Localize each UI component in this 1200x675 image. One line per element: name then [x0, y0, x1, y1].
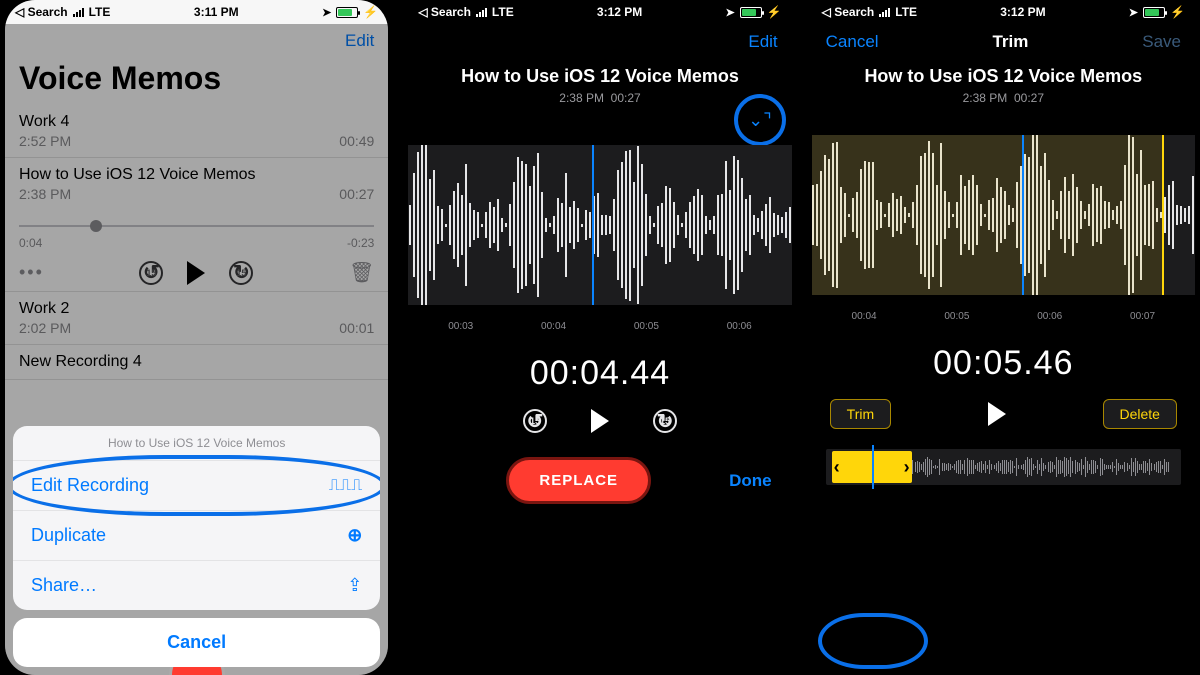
play-icon[interactable]: [988, 402, 1006, 426]
duplicate-icon: ⊕: [347, 525, 362, 546]
current-time: 00:04.44: [408, 354, 791, 393]
trash-icon[interactable]: 🗑: [349, 260, 374, 285]
sheet-context-title: How to Use iOS 12 Voice Memos: [13, 426, 380, 461]
battery-icon: [1143, 7, 1165, 18]
edit-button[interactable]: Edit: [345, 31, 374, 51]
memo-name: Work 2: [19, 300, 374, 318]
done-button[interactable]: Done: [729, 471, 772, 491]
charging-icon: ⚡: [363, 5, 378, 19]
memo-row[interactable]: Work 4 2:52 PM00:49: [5, 105, 388, 158]
duplicate-button[interactable]: Duplicate ⊕: [13, 511, 380, 561]
carrier-label: LTE: [492, 5, 514, 19]
skip-back-15-icon[interactable]: 15: [139, 261, 163, 285]
screenshot-1-list-with-actionsheet: ◁ Search LTE 3:11 PM ➤ ⚡ Edit Voice Memo…: [5, 0, 388, 675]
status-bar: ◁ Search LTE 3:11 PM ➤ ⚡: [5, 0, 388, 24]
cancel-button[interactable]: Cancel: [13, 618, 380, 667]
trim-screen: Cancel Trim Save How to Use iOS 12 Voice…: [812, 24, 1195, 675]
time-ruler: 00:0400:0500:0600:07: [812, 311, 1195, 322]
waveform-view[interactable]: [812, 135, 1195, 295]
cancel-button[interactable]: Cancel: [826, 32, 879, 52]
recording-meta: 2:38 PM 00:27: [408, 91, 791, 105]
more-icon[interactable]: •••: [19, 262, 44, 283]
recording-title: How to Use iOS 12 Voice Memos: [812, 66, 1195, 87]
skip-back-15-icon[interactable]: 15: [523, 409, 547, 433]
overview-playhead[interactable]: [872, 445, 874, 489]
back-search[interactable]: ◁ Search: [15, 5, 68, 19]
play-icon[interactable]: [187, 261, 205, 285]
charging-icon: ⚡: [767, 5, 782, 19]
battery-icon: [336, 7, 358, 18]
time-ruler: 00:0300:0400:0500:06: [408, 321, 791, 332]
status-bar: ◁ Search LTE 3:12 PM ➤ ⚡: [812, 0, 1195, 24]
screenshot-3-trim: ◁ Search LTE 3:12 PM ➤ ⚡ Cancel Trim Sav…: [812, 0, 1195, 675]
location-icon: ➤: [1129, 6, 1138, 19]
playhead[interactable]: [1022, 135, 1024, 295]
inline-player: 0:04-0:23 ••• 15 15 🗑: [5, 210, 388, 292]
delete-button[interactable]: Delete: [1103, 399, 1177, 429]
battery-icon: [740, 7, 762, 18]
signal-icon: [476, 8, 487, 17]
action-sheet: How to Use iOS 12 Voice Memos Edit Recor…: [13, 426, 380, 667]
charging-icon: ⚡: [1170, 5, 1185, 19]
signal-icon: [879, 8, 890, 17]
memo-name: How to Use iOS 12 Voice Memos: [19, 166, 374, 184]
memo-name: Work 4: [19, 113, 374, 131]
waveform-view[interactable]: [408, 145, 791, 305]
play-icon[interactable]: [591, 409, 609, 433]
overview-scrubber[interactable]: [826, 449, 1181, 485]
current-time: 00:05.46: [812, 344, 1195, 383]
clock: 3:12 PM: [597, 5, 642, 19]
carrier-label: LTE: [89, 5, 111, 19]
screenshot-2-edit-recording: ◁ Search LTE 3:12 PM ➤ ⚡ Edit How to Use…: [408, 0, 791, 675]
recording-meta: 2:38 PM 00:27: [812, 91, 1195, 105]
clock: 3:11 PM: [194, 5, 239, 19]
signal-icon: [73, 8, 84, 17]
page-title: Voice Memos: [5, 58, 388, 105]
skip-fwd-15-icon[interactable]: 15: [229, 261, 253, 285]
voice-memos-list-screen: Edit Voice Memos Work 4 2:52 PM00:49 How…: [5, 24, 388, 675]
crop-trim-icon[interactable]: ⌄⌝: [748, 110, 772, 131]
screen-title: Trim: [992, 32, 1028, 52]
memo-row[interactable]: Work 2 2:02 PM00:01: [5, 292, 388, 345]
location-icon: ➤: [725, 6, 734, 19]
edit-recording-button[interactable]: Edit Recording ⎍⎍⎍: [13, 461, 380, 511]
share-icon: ⇪: [347, 575, 362, 596]
waveform-icon: ⎍⎍⎍: [329, 477, 363, 495]
clock: 3:12 PM: [1000, 5, 1045, 19]
carrier-label: LTE: [895, 5, 917, 19]
status-bar: ◁ Search LTE 3:12 PM ➤ ⚡: [408, 0, 791, 24]
recording-title: How to Use iOS 12 Voice Memos: [408, 66, 791, 87]
memo-row-selected[interactable]: How to Use iOS 12 Voice Memos 2:38 PM00:…: [5, 158, 388, 210]
nav-edit-button[interactable]: Edit: [748, 32, 777, 52]
replace-button[interactable]: REPLACE: [506, 457, 651, 504]
share-button[interactable]: Share… ⇪: [13, 561, 380, 610]
trim-button[interactable]: Trim: [830, 399, 891, 429]
back-search[interactable]: ◁ Search: [822, 5, 875, 19]
memo-name: New Recording 4: [19, 353, 374, 371]
save-button[interactable]: Save: [1142, 32, 1181, 52]
skip-fwd-15-icon[interactable]: 15: [653, 409, 677, 433]
playhead[interactable]: [592, 145, 594, 305]
scrubber[interactable]: [19, 218, 374, 234]
trim-end-handle[interactable]: [1162, 135, 1164, 295]
location-icon: ➤: [322, 6, 331, 19]
memo-row[interactable]: New Recording 4: [5, 345, 388, 380]
back-search[interactable]: ◁ Search: [418, 5, 471, 19]
edit-recording-screen: Edit How to Use iOS 12 Voice Memos 2:38 …: [408, 24, 791, 675]
